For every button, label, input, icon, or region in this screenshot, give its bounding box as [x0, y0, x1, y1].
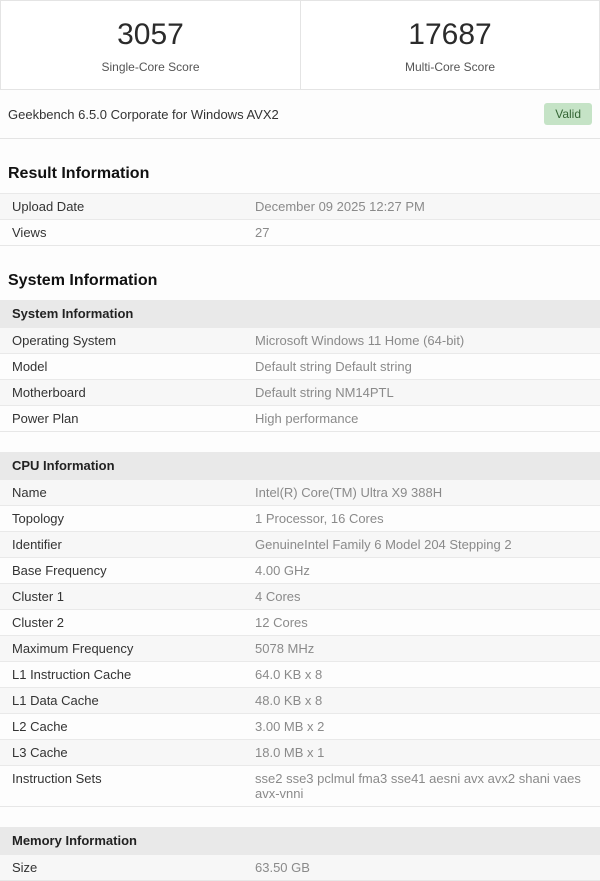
- table-row: L3 Cache 18.0 MB x 1: [0, 739, 600, 766]
- row-value: 64.0 KB x 8: [243, 661, 600, 688]
- benchmark-version-text: Geekbench 6.5.0 Corporate for Windows AV…: [8, 106, 279, 122]
- row-label: Base Frequency: [0, 557, 243, 584]
- row-value: 48.0 KB x 8: [243, 687, 600, 714]
- row-value: 63.50 GB: [243, 854, 600, 881]
- row-value: High performance: [243, 405, 600, 432]
- row-label: L1 Data Cache: [0, 687, 243, 714]
- row-value: 5078 MHz: [243, 635, 600, 662]
- row-label: Name: [0, 479, 243, 506]
- single-core-score-cell: 3057 Single-Core Score: [1, 1, 300, 89]
- system-table-header: System Information: [0, 300, 600, 328]
- table-row: Cluster 1 4 Cores: [0, 583, 600, 610]
- table-row: Views 27: [0, 219, 600, 246]
- row-label: Upload Date: [0, 193, 243, 220]
- row-label: Cluster 2: [0, 609, 243, 636]
- row-label: Size: [0, 854, 243, 881]
- table-row: Model Default string Default string: [0, 353, 600, 380]
- system-information-table: System Information Operating System Micr…: [0, 300, 600, 432]
- table-row: Maximum Frequency 5078 MHz: [0, 635, 600, 662]
- row-value: 3.00 MB x 2: [243, 713, 600, 740]
- benchmark-caption-row: Geekbench 6.5.0 Corporate for Windows AV…: [0, 90, 600, 139]
- memory-table-header: Memory Information: [0, 827, 600, 855]
- row-label: Topology: [0, 505, 243, 532]
- table-row: Topology 1 Processor, 16 Cores: [0, 505, 600, 532]
- multi-core-score-value: 17687: [408, 18, 492, 51]
- cpu-information-table: CPU Information Name Intel(R) Core(TM) U…: [0, 452, 600, 807]
- result-information-table: Upload Date December 09 2025 12:27 PM Vi…: [0, 193, 600, 246]
- table-row: L2 Cache 3.00 MB x 2: [0, 713, 600, 740]
- row-label: Operating System: [0, 327, 243, 354]
- row-label: L1 Instruction Cache: [0, 661, 243, 688]
- table-row: L1 Data Cache 48.0 KB x 8: [0, 687, 600, 714]
- row-label: Model: [0, 353, 243, 380]
- row-value: Default string Default string: [243, 353, 600, 380]
- row-label: L3 Cache: [0, 739, 243, 766]
- row-label: Instruction Sets: [0, 765, 243, 807]
- row-value: 4.00 GHz: [243, 557, 600, 584]
- table-header-row: System Information: [0, 300, 600, 328]
- multi-core-score-cell: 17687 Multi-Core Score: [300, 1, 599, 89]
- row-value: 1 Processor, 16 Cores: [243, 505, 600, 532]
- row-value: 12 Cores: [243, 609, 600, 636]
- valid-status-badge: Valid: [544, 103, 592, 125]
- row-value: Intel(R) Core(TM) Ultra X9 388H: [243, 479, 600, 506]
- cpu-table-header: CPU Information: [0, 452, 600, 480]
- row-label: Power Plan: [0, 405, 243, 432]
- row-value: Default string NM14PTL: [243, 379, 600, 406]
- row-value: Microsoft Windows 11 Home (64-bit): [243, 327, 600, 354]
- row-value: GenuineIntel Family 6 Model 204 Stepping…: [243, 531, 600, 558]
- table-row: Operating System Microsoft Windows 11 Ho…: [0, 327, 600, 354]
- row-label: Cluster 1: [0, 583, 243, 610]
- multi-core-score-label: Multi-Core Score: [404, 60, 496, 74]
- table-row: Instruction Sets sse2 sse3 pclmul fma3 s…: [0, 765, 600, 807]
- table-row: Upload Date December 09 2025 12:27 PM: [0, 193, 600, 220]
- row-label: Identifier: [0, 531, 243, 558]
- single-core-score-label: Single-Core Score: [101, 60, 200, 74]
- table-row: Name Intel(R) Core(TM) Ultra X9 388H: [0, 479, 600, 506]
- row-value: 4 Cores: [243, 583, 600, 610]
- table-row: Motherboard Default string NM14PTL: [0, 379, 600, 406]
- row-value: December 09 2025 12:27 PM: [243, 193, 600, 220]
- memory-information-table: Memory Information Size 63.50 GB: [0, 827, 600, 881]
- row-value: 18.0 MB x 1: [243, 739, 600, 766]
- row-label: Views: [0, 219, 243, 246]
- row-label: L2 Cache: [0, 713, 243, 740]
- single-core-score-value: 3057: [117, 18, 184, 51]
- result-information-heading: Result Information: [8, 165, 150, 182]
- system-information-heading: System Information: [8, 272, 158, 289]
- table-row: Identifier GenuineIntel Family 6 Model 2…: [0, 531, 600, 558]
- row-label: Maximum Frequency: [0, 635, 243, 662]
- table-row: L1 Instruction Cache 64.0 KB x 8: [0, 661, 600, 688]
- table-row: Power Plan High performance: [0, 405, 600, 432]
- row-value: 27: [243, 219, 600, 246]
- geekbench-result-page: 3057 Single-Core Score 17687 Multi-Core …: [0, 0, 600, 881]
- row-value: sse2 sse3 pclmul fma3 sse41 aesni avx av…: [243, 765, 600, 807]
- table-header-row: Memory Information: [0, 827, 600, 855]
- table-row: Base Frequency 4.00 GHz: [0, 557, 600, 584]
- row-label: Motherboard: [0, 379, 243, 406]
- table-row: Size 63.50 GB: [0, 854, 600, 881]
- table-row: Cluster 2 12 Cores: [0, 609, 600, 636]
- score-panel: 3057 Single-Core Score 17687 Multi-Core …: [0, 0, 600, 90]
- table-header-row: CPU Information: [0, 452, 600, 480]
